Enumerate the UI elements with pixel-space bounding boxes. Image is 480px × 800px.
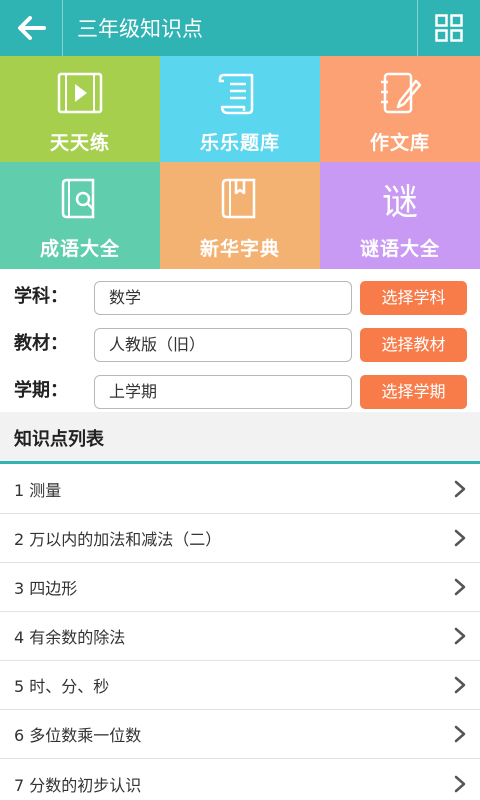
subject-label: 学科： [14, 286, 68, 307]
subject-field[interactable]: 数学 [94, 281, 352, 315]
list-item[interactable]: 3 四边形 [0, 563, 480, 612]
selection-form: 学科： 数学 选择学科 教材： 人教版（旧） 选择教材 学期： 上学期 选择学期 [0, 269, 480, 412]
list-item[interactable]: 4 有余数的除法 [0, 612, 480, 661]
back-button[interactable] [0, 0, 62, 56]
select-subject-button[interactable]: 选择学科 [360, 281, 467, 315]
list-item[interactable]: 7 分数的初步认识 [0, 759, 480, 800]
riddle-glyph: 谜 [381, 182, 418, 223]
semester-row: 学期： 上学期 选择学期 [0, 368, 480, 415]
list-item[interactable]: 6 多位数乘一位数 [0, 710, 480, 759]
riddle-character-icon: 谜 [381, 176, 418, 223]
chevron-right-icon [454, 480, 466, 498]
semester-label: 学期： [14, 380, 68, 401]
scroll-document-icon [218, 73, 254, 115]
list-item-label: 3 四边形 [14, 579, 78, 598]
tile-question-bank[interactable]: 乐乐题库 [160, 56, 320, 162]
grid-icon [435, 14, 463, 42]
chevron-right-icon [454, 529, 466, 547]
tile-dictionary[interactable]: 新华字典 [160, 162, 320, 269]
tile-label: 成语大全 [39, 238, 120, 260]
video-play-icon [57, 72, 103, 114]
knowledge-list: 1 测量 2 万以内的加法和减法（二） 3 四边形 4 有余数的除法 5 时、分… [0, 465, 480, 800]
list-header: 知识点列表 [0, 412, 480, 464]
select-textbook-button[interactable]: 选择教材 [360, 328, 467, 362]
list-item[interactable]: 5 时、分、秒 [0, 661, 480, 710]
dictionary-book-icon [221, 178, 256, 219]
tile-composition[interactable]: 作文库 [320, 56, 480, 162]
tile-idioms[interactable]: 成语大全 [0, 162, 160, 269]
list-item[interactable]: 2 万以内的加法和减法（二） [0, 514, 480, 563]
list-item-label: 5 时、分、秒 [14, 677, 110, 696]
back-arrow-icon [18, 16, 46, 40]
textbook-label: 教材： [14, 333, 68, 354]
page-title: 三年级知识点 [77, 17, 203, 41]
list-item-label: 6 多位数乘一位数 [14, 726, 142, 745]
tile-label: 乐乐题库 [199, 132, 280, 154]
tile-label: 天天练 [49, 132, 110, 154]
list-title: 知识点列表 [14, 429, 104, 450]
tile-label: 作文库 [369, 132, 430, 154]
chevron-right-icon [454, 775, 466, 792]
list-item-label: 7 分数的初步认识 [14, 775, 142, 795]
book-search-icon [61, 178, 95, 219]
chevron-right-icon [454, 578, 466, 596]
chevron-right-icon [454, 725, 466, 743]
list-item[interactable]: 1 测量 [0, 465, 480, 514]
textbook-field[interactable]: 人教版（旧） [94, 328, 352, 362]
menu-button[interactable] [418, 0, 480, 56]
semester-field[interactable]: 上学期 [94, 375, 352, 409]
tile-daily-practice[interactable]: 天天练 [0, 56, 160, 162]
app-header: 三年级知识点 [0, 0, 480, 56]
subject-row: 学科： 数学 选择学科 [0, 274, 480, 321]
select-semester-button[interactable]: 选择学期 [360, 375, 467, 409]
chevron-right-icon [454, 627, 466, 645]
tile-label: 新华字典 [199, 238, 280, 260]
list-item-label: 2 万以内的加法和减法（二） [14, 530, 222, 549]
textbook-row: 教材： 人教版（旧） 选择教材 [0, 321, 480, 368]
tile-label: 谜语大全 [359, 238, 440, 260]
list-item-label: 1 测量 [14, 481, 62, 500]
chevron-right-icon [454, 676, 466, 694]
tile-riddles[interactable]: 谜 谜语大全 [320, 162, 480, 269]
list-item-label: 4 有余数的除法 [14, 628, 126, 647]
feature-tiles: 天天练 乐乐题库 作文库 成语大全 新华字典 谜 谜语大全 [0, 56, 480, 269]
notebook-pen-icon [381, 72, 422, 114]
